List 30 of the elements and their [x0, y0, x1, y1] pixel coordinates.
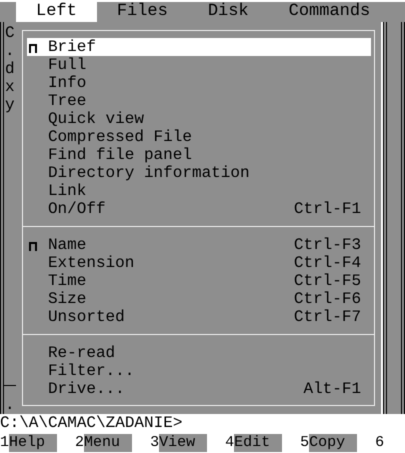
menu-item[interactable]: Link — [26, 182, 372, 200]
file-name-text: C — [4, 24, 16, 42]
menu-item[interactable]: Filter... — [26, 362, 372, 380]
file-name-text: d — [4, 60, 16, 78]
menu-tab[interactable]: Files — [96, 2, 188, 22]
menu-item[interactable]: Re-read — [26, 344, 372, 362]
menu-tab[interactable]: Commands — [268, 2, 390, 22]
file-name-text: x — [4, 78, 16, 96]
menu-item[interactable]: Extension Ctrl-F4 — [26, 254, 372, 272]
menu-item[interactable]: Directory information — [26, 164, 372, 182]
menu-tab[interactable]: Left — [16, 2, 97, 22]
file-name-text: y — [4, 96, 16, 114]
menu-item[interactable]: Full — [26, 56, 372, 74]
file-name-text: . — [4, 396, 16, 414]
menu-item[interactable]: Info — [26, 74, 372, 92]
menu-item[interactable]: Brief — [26, 38, 372, 56]
file-name-text: . — [4, 42, 16, 60]
menu-item[interactable]: Size Ctrl-F6 — [26, 290, 372, 308]
menu-item[interactable]: Name Ctrl-F3 — [26, 236, 372, 254]
menu-item[interactable]: On/Off Ctrl-F1 — [26, 200, 372, 218]
menu-item[interactable]: Tree — [26, 92, 372, 110]
menu-item[interactable]: Compressed File — [26, 128, 372, 146]
menu-item[interactable]: Unsorted Ctrl-F7 — [26, 308, 372, 326]
menu-item[interactable]: Find file panel — [26, 146, 372, 164]
menu-tab[interactable]: Disk — [188, 2, 269, 22]
menu-item[interactable]: Time Ctrl-F5 — [26, 272, 372, 290]
menu-item[interactable]: Quick view — [26, 110, 372, 128]
function-key[interactable]: 6 — [375, 434, 384, 452]
menu-item[interactable]: Drive... Alt-F1 — [26, 380, 372, 398]
command-prompt: C:\A\CAMAC\ZADANIE> — [0, 414, 184, 432]
